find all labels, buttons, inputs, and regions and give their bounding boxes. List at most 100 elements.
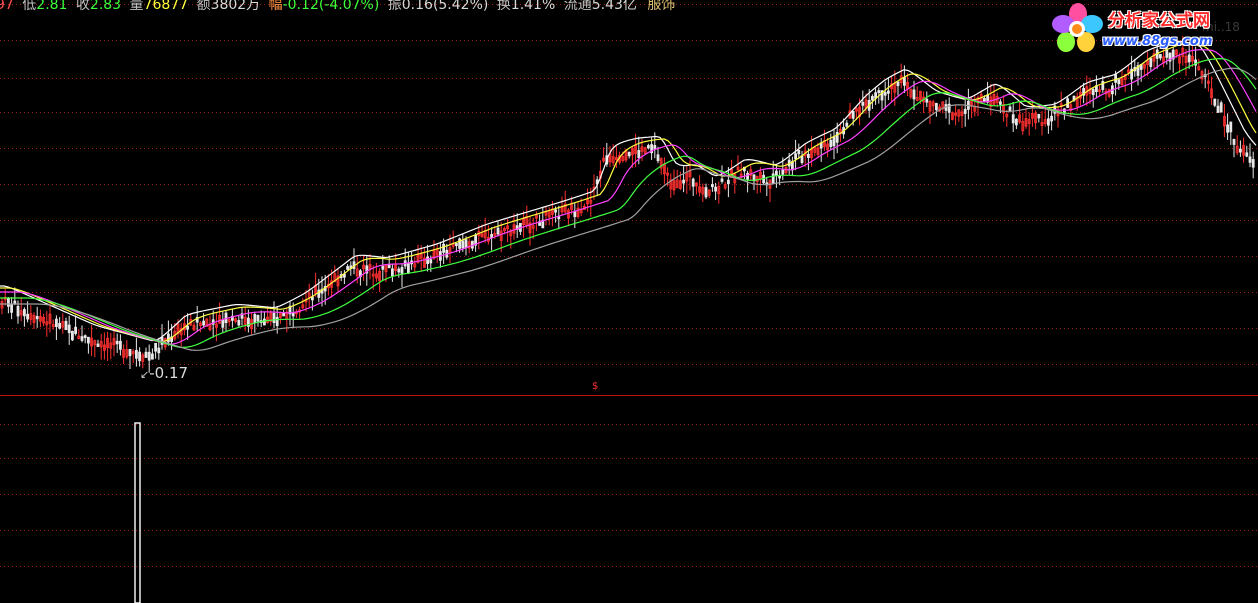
- candle-body: [656, 154, 660, 162]
- candle-body: [554, 209, 557, 213]
- candle-body: [256, 315, 260, 322]
- candle-body: [291, 312, 295, 317]
- candle-body: [262, 318, 266, 326]
- candle-body: [711, 184, 714, 188]
- candle-body: [896, 81, 900, 87]
- candle-body: [1232, 138, 1236, 145]
- candle-body: [346, 266, 350, 270]
- candle-body: [80, 336, 84, 341]
- candle-body: [1047, 118, 1050, 126]
- float-label: 流通: [563, 0, 592, 13]
- candle-body: [1011, 114, 1015, 124]
- candle-body: [829, 139, 833, 147]
- amplitude-label: 振: [387, 0, 402, 13]
- candle-body: [1213, 98, 1217, 106]
- low-marker-value: -0.17: [149, 364, 189, 382]
- volume-label: 量: [129, 0, 144, 13]
- candle-body: [807, 153, 810, 158]
- candle-body: [887, 90, 890, 94]
- flower-icon: [1052, 3, 1103, 52]
- candle-body: [1015, 118, 1018, 126]
- candle-body: [157, 347, 161, 354]
- amplitude-value: 0.16(5.42%): [401, 0, 489, 13]
- candle-body: [714, 186, 717, 192]
- candle-body: [7, 297, 10, 307]
- candle-body: [154, 342, 158, 352]
- dollar-marker: $: [592, 381, 599, 392]
- candle-body: [1216, 105, 1220, 113]
- ma-line-yellow: [0, 43, 1257, 343]
- ma-line-magenta: [0, 49, 1257, 345]
- candle-body: [454, 243, 458, 246]
- candle-body: [653, 145, 657, 150]
- candle-body: [119, 340, 122, 350]
- candle-body: [746, 172, 749, 180]
- candle-body: [775, 170, 778, 176]
- candle-body: [150, 353, 154, 360]
- candle-body: [1226, 124, 1229, 133]
- candle-body: [832, 136, 836, 147]
- candle-body: [691, 178, 695, 187]
- change-label: 幅: [268, 0, 283, 13]
- candle-body: [442, 243, 446, 253]
- candle-body: [464, 239, 468, 249]
- candle-body: [845, 122, 849, 127]
- candle-body: [1008, 106, 1012, 112]
- candle-body: [627, 151, 631, 157]
- candle-body: [1149, 58, 1153, 67]
- candle-body: [461, 240, 465, 249]
- candle-body: [704, 187, 708, 198]
- indicator-spike-bar: [134, 422, 141, 603]
- candle-body: [835, 131, 839, 143]
- logo-url: www.88gs.com: [1102, 34, 1213, 49]
- candle-body: [74, 326, 77, 334]
- candle-body: [935, 103, 938, 111]
- candle-body: [115, 340, 119, 345]
- chart-window: 97 低2.81 收2.83 量76877 额3802万 幅-0.12(-4.0…: [0, 0, 1258, 603]
- candle-body: [496, 227, 500, 235]
- candle-body: [1248, 156, 1252, 163]
- low-marker-arrow: ↙: [140, 368, 150, 381]
- candle-body: [861, 101, 865, 106]
- candle-body: [22, 309, 26, 317]
- candle-body: [426, 256, 430, 264]
- candle-body: [13, 300, 17, 304]
- candle-body: [221, 319, 225, 328]
- candle-body: [883, 92, 887, 96]
- change-value: -0.12(-4.07%): [282, 0, 380, 13]
- amount-label: 额: [196, 0, 211, 13]
- candle-body: [64, 320, 68, 331]
- amount-unit: 万: [246, 0, 261, 13]
- candle-body: [282, 312, 286, 317]
- candle-body: [1114, 74, 1117, 83]
- candle-body: [637, 150, 641, 159]
- candle-body: [253, 314, 257, 324]
- candle-body: [71, 330, 74, 341]
- candle-body: [771, 173, 775, 184]
- turnover-value: 1.41%: [510, 0, 556, 13]
- site-logo[interactable]: mi..18 分析家公式网 www.88gs.com: [1050, 2, 1250, 54]
- candle-body: [381, 265, 385, 270]
- candle-body: [682, 179, 685, 184]
- candle-body: [134, 349, 138, 359]
- candle-body: [871, 95, 874, 101]
- sector-label: 服饰: [647, 0, 676, 13]
- candle-body: [720, 178, 724, 182]
- chart-canvas: [0, 4, 1258, 603]
- candle-body: [58, 322, 61, 329]
- candle-body: [26, 313, 30, 320]
- candle-body: [797, 150, 801, 155]
- candle-body: [1187, 54, 1191, 63]
- candle-body: [35, 316, 39, 320]
- candle-body: [925, 98, 929, 103]
- candle-body: [903, 77, 906, 86]
- volume-value: 76877: [143, 0, 189, 13]
- candle-body: [406, 262, 410, 274]
- close-value: 2.83: [89, 0, 122, 13]
- candle-body: [1251, 159, 1255, 168]
- candle-body: [166, 333, 170, 343]
- candle-body: [1159, 54, 1162, 59]
- candle-body: [397, 268, 401, 273]
- candle-body: [647, 145, 650, 149]
- candle-body: [186, 325, 190, 330]
